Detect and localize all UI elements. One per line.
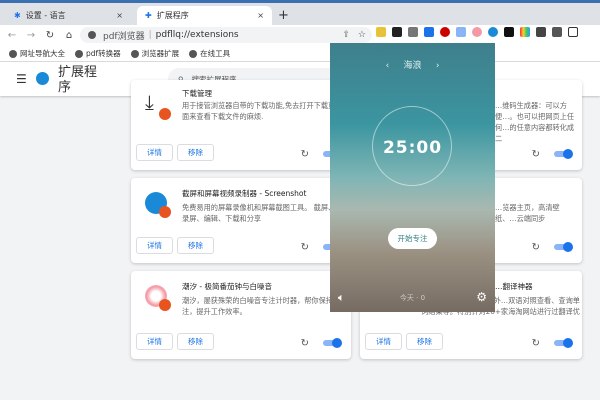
details-button[interactable]: 详情 <box>136 333 173 350</box>
extension-name: …翻译神器 <box>495 282 533 291</box>
bookmarks-bar: 网址导航大全 pdf转换器 浏览器扩展 在线工具 <box>0 45 600 62</box>
menu-icon[interactable]: ☰ <box>16 72 27 86</box>
extension-description: 潮汐，屡获殊荣的白噪音专注计时器，帮你保持专注，提升工作效率。 <box>182 296 341 316</box>
reload-icon[interactable]: ↻ <box>532 242 540 253</box>
globe-icon <box>9 49 17 58</box>
extension-description: …览器主页，高清壁纸、…云端同步 <box>495 203 560 223</box>
today-count: 今天 · 0 <box>399 294 426 302</box>
globe-icon <box>130 49 139 58</box>
color-extension-icon[interactable] <box>520 27 530 37</box>
details-button[interactable]: 详情 <box>136 237 173 254</box>
bookmark-star-icon[interactable]: ☆ <box>358 30 366 40</box>
screenshot-extension-icon[interactable] <box>456 27 466 37</box>
next-scene-button[interactable]: › <box>436 61 440 71</box>
translate-extension-icon[interactable] <box>424 27 434 37</box>
gear-icon: ✱ <box>14 11 21 20</box>
tab-label: 设置 - 语言 <box>25 11 66 20</box>
details-button[interactable]: 详情 <box>136 144 173 161</box>
tab-label: 扩展程序 <box>156 11 189 20</box>
bookmark-item[interactable]: 网址导航大全 <box>9 48 65 59</box>
bookmark-item[interactable]: pdf转换器 <box>75 48 121 59</box>
extension-card: ⤓ 下载管理 用于接管浏览器自带的下载功能,免去打开下载页面来查看下载文件的麻烦… <box>131 80 351 170</box>
reload-icon[interactable]: ↻ <box>532 149 540 160</box>
lab-icon[interactable] <box>552 27 562 37</box>
qr-extension-icon[interactable] <box>392 27 402 37</box>
download-extension-icon[interactable] <box>408 27 418 37</box>
tab-settings-language[interactable]: ✱ 设置 - 语言 × <box>6 6 131 25</box>
timer-display: 25:00 <box>382 138 443 158</box>
pomodoro-popup: ‹ 海浪 › 25:00 开始专注 🔈︎ 今天 · 0 ⚙ <box>330 43 495 312</box>
adblock-extension-icon[interactable] <box>440 27 450 37</box>
tab-extension-icon[interactable] <box>504 27 514 37</box>
forward-icon[interactable]: → <box>24 30 38 41</box>
reload-icon[interactable]: ↻ <box>43 30 57 41</box>
puzzle-icon: ✚ <box>145 11 152 20</box>
home-icon[interactable]: ⌂ <box>62 30 76 41</box>
close-tab-icon[interactable]: × <box>257 11 264 20</box>
start-focus-button[interactable]: 开始专注 <box>388 228 437 249</box>
toolbar: ← → ↻ ⌂ pdf浏览器 | pdfllq://extensions ⇪ ☆ <box>0 25 600 45</box>
remove-button[interactable]: 移除 <box>177 144 214 161</box>
new-tab-button[interactable]: + <box>278 8 289 23</box>
badge-icon <box>159 206 171 218</box>
extension-name: 下载管理 <box>182 89 212 98</box>
extension-name: 截屏和屏幕视频录制器 - Screenshot <box>182 189 307 198</box>
bookmark-item[interactable]: 在线工具 <box>189 48 230 59</box>
prev-scene-button[interactable]: ‹ <box>386 61 390 71</box>
reload-icon[interactable]: ↻ <box>301 242 309 253</box>
puzzle-icon[interactable] <box>536 27 546 37</box>
scene-selector: ‹ 海浪 › <box>330 58 495 71</box>
enable-toggle[interactable] <box>554 242 573 252</box>
details-button[interactable]: 详情 <box>365 333 402 350</box>
enable-toggle[interactable] <box>554 149 573 159</box>
scene-name: 海浪 <box>403 61 422 71</box>
extension-card: 潮汐 - 极简番茄钟与白噪音 潮汐，屡获殊荣的白噪音专注计时器，帮你保持专注，提… <box>131 271 351 359</box>
star-extension-icon[interactable] <box>376 27 386 37</box>
site-icon <box>88 31 96 39</box>
address-bar[interactable]: pdf浏览器 | pdfllq://extensions ⇪ ☆ <box>80 27 372 43</box>
extension-card: 截屏和屏幕视频录制器 - Screenshot 免费易用的屏幕录像机和屏幕截图工… <box>131 178 351 263</box>
extension-description: 免费易用的屏幕录像机和屏幕截图工具。 截屏、录屏、编辑、下载和分享 <box>182 203 336 223</box>
settings-gear-icon[interactable]: ⚙ <box>476 290 487 304</box>
browser-extension-icon[interactable] <box>488 27 498 37</box>
tab-strip: ✱ 设置 - 语言 × ✚ 扩展程序 × + <box>0 3 600 25</box>
extensions-logo <box>36 72 49 85</box>
extension-description: …维码生成器：可以方便…。也可以把网页上任何…的任意内容都转化成二 <box>495 101 575 143</box>
sidepanel-icon[interactable] <box>568 27 578 37</box>
share-icon[interactable]: ⇪ <box>342 30 350 40</box>
tide-extension-icon[interactable] <box>472 27 482 37</box>
extension-name: 潮汐 - 极简番茄钟与白噪音 <box>182 282 272 291</box>
extension-description: 用于接管浏览器自带的下载功能,免去打开下载页面来查看下载文件的麻烦. <box>182 101 336 121</box>
globe-icon <box>189 49 198 58</box>
extension-icons <box>376 27 578 37</box>
remove-button[interactable]: 移除 <box>406 333 443 350</box>
remove-button[interactable]: 移除 <box>177 333 214 350</box>
close-tab-icon[interactable]: × <box>116 11 123 20</box>
globe-icon <box>75 49 83 58</box>
url-text: pdfllq://extensions <box>155 30 239 40</box>
enable-toggle[interactable] <box>323 338 342 348</box>
reload-icon[interactable]: ↻ <box>301 149 309 160</box>
badge-icon <box>159 299 171 311</box>
bookmark-item[interactable]: 浏览器扩展 <box>130 48 179 59</box>
reload-icon[interactable]: ↻ <box>301 338 309 349</box>
back-icon[interactable]: ← <box>5 30 19 41</box>
enable-toggle[interactable] <box>554 338 573 348</box>
tab-extensions[interactable]: ✚ 扩展程序 × <box>137 6 272 25</box>
page-title: 扩展程序 <box>58 65 98 95</box>
reload-icon[interactable]: ↻ <box>532 338 540 349</box>
badge-icon <box>159 108 171 120</box>
site-name: pdf浏览器 <box>103 31 145 42</box>
remove-button[interactable]: 移除 <box>177 237 214 254</box>
